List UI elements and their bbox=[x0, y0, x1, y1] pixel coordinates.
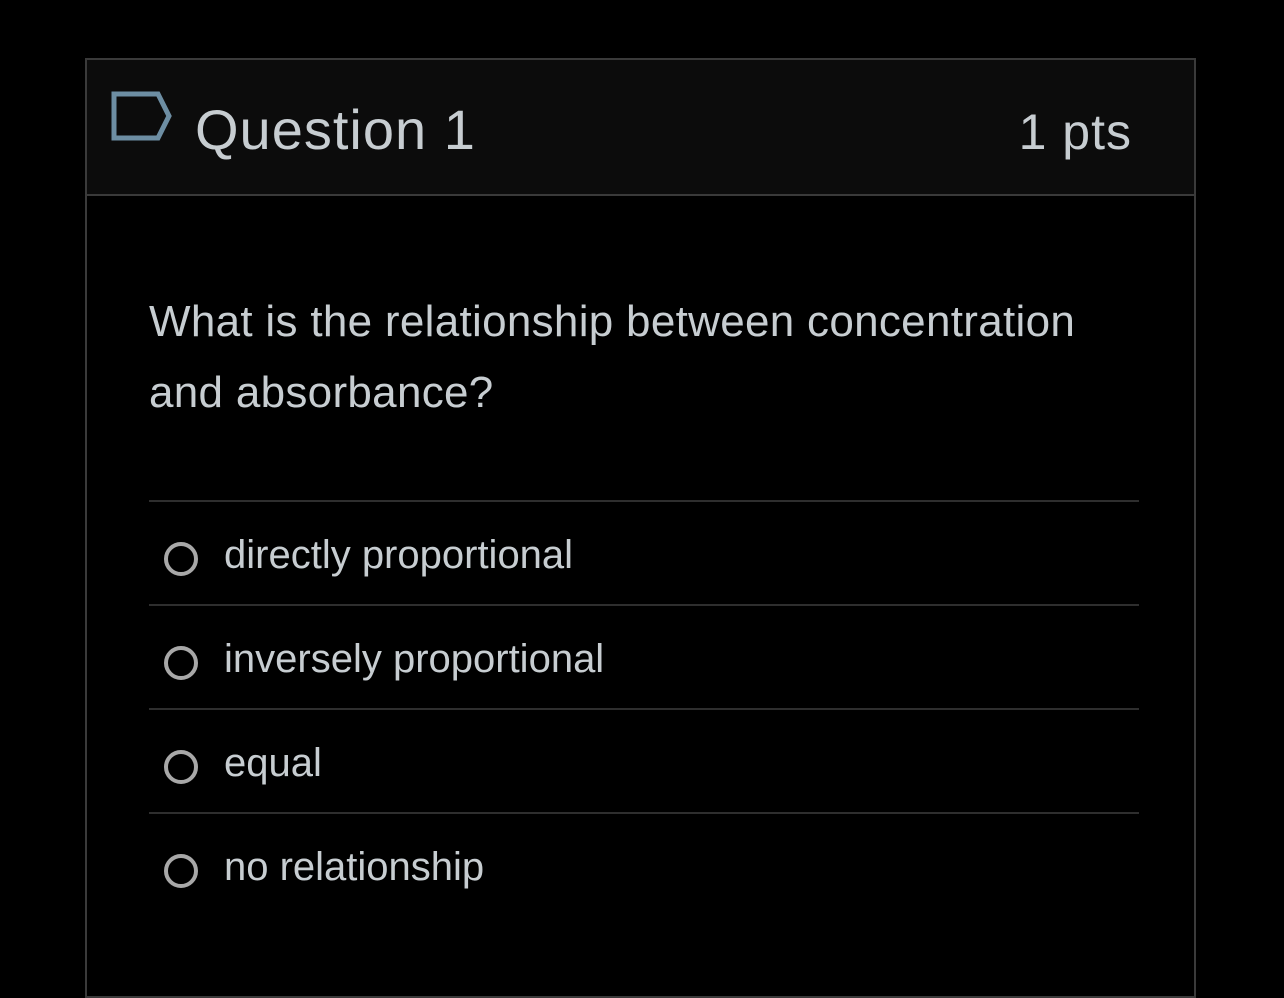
radio-button[interactable] bbox=[164, 854, 198, 888]
question-card: Question 1 1 pts What is the relationshi… bbox=[85, 58, 1196, 998]
answer-option[interactable]: inversely proportional bbox=[149, 604, 1139, 708]
question-points: 1 pts bbox=[1018, 104, 1132, 160]
answer-label: directly proportional bbox=[224, 533, 574, 577]
answer-label: inversely proportional bbox=[224, 637, 605, 681]
answer-list: directly proportional inversely proporti… bbox=[149, 500, 1139, 916]
answer-option[interactable]: equal bbox=[149, 708, 1139, 812]
radio-button[interactable] bbox=[164, 750, 198, 784]
question-title: Question 1 bbox=[195, 98, 476, 161]
answer-label: equal bbox=[224, 741, 322, 785]
question-header: Question 1 1 pts bbox=[87, 60, 1194, 196]
question-text: What is the relationship between concent… bbox=[149, 297, 1076, 417]
answer-option[interactable]: no relationship bbox=[149, 812, 1139, 916]
radio-button[interactable] bbox=[164, 542, 198, 576]
flag-icon[interactable] bbox=[111, 91, 173, 141]
answer-option[interactable]: directly proportional bbox=[149, 500, 1139, 604]
answer-label: no relationship bbox=[224, 845, 485, 889]
radio-button[interactable] bbox=[164, 646, 198, 680]
